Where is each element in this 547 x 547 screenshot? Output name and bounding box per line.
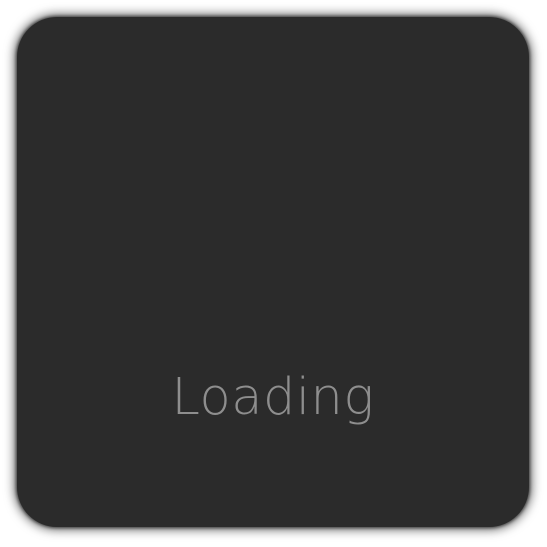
screen: Loading: [0, 0, 547, 547]
loading-panel: Loading: [17, 17, 529, 527]
loading-status-text: Loading: [171, 368, 375, 427]
